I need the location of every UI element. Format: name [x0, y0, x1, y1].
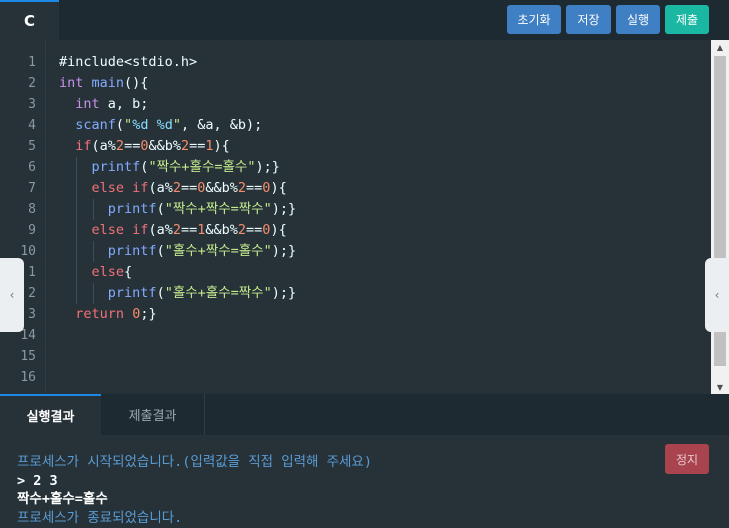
code-editor[interactable]: 1 2 3 4 5 6 7 8 9 10 1 2 3 14 15 16 #inc…: [0, 40, 729, 394]
collapse-right-button[interactable]: ‹: [705, 258, 729, 332]
code-line: printf("홀수+짝수=홀수");}: [59, 241, 709, 262]
console-output: 프로세스가 시작되었습니다.(입력값을 직접 입력해 주세요) > 2 3 짝수…: [0, 435, 729, 528]
code-line: printf("짝수+홀수=홀수");}: [59, 157, 709, 178]
save-button[interactable]: 저장: [566, 5, 611, 34]
code-line: else if(a%2==1&&b%2==0){: [59, 220, 709, 241]
code-line: return 0;}: [75, 306, 157, 322]
submit-button[interactable]: 제출: [665, 5, 709, 34]
scroll-down-icon[interactable]: ▼: [711, 380, 729, 394]
editor-scrollbar[interactable]: ▲ ▼: [711, 40, 729, 394]
line-number: 15: [20, 349, 36, 364]
code-line: else{: [59, 262, 709, 283]
tab-output[interactable]: 실행결과: [0, 394, 101, 435]
collapse-left-button[interactable]: ‹: [0, 258, 24, 332]
scroll-up-icon[interactable]: ▲: [711, 40, 729, 54]
code-line: printf("홀수+홀수=짝수");}: [59, 283, 709, 304]
tab-submission[interactable]: 제출결과: [101, 394, 205, 435]
line-number: 4: [28, 118, 36, 133]
chevron-left-icon: ‹: [714, 288, 720, 302]
reset-button[interactable]: 초기화: [507, 5, 561, 34]
line-number: 1: [28, 55, 36, 70]
chevron-left-icon: ‹: [9, 288, 15, 302]
console-line: 짝수+홀수=홀수: [17, 491, 108, 507]
line-number: 6: [28, 160, 36, 175]
line-number-gutter: 1 2 3 4 5 6 7 8 9 10 1 2 3 14 15 16: [0, 40, 46, 394]
run-button[interactable]: 실행: [616, 5, 660, 34]
code-line: scanf("%d %d", &a, &b);: [75, 117, 263, 133]
top-toolbar: C 초기화 저장 실행 제출: [0, 0, 729, 40]
line-number: 8: [28, 202, 36, 217]
code-line: int a, b;: [75, 96, 149, 112]
line-number: 5: [28, 139, 36, 154]
console-line: > 2 3: [17, 473, 58, 489]
line-number: 9: [28, 223, 36, 238]
line-number: 2: [28, 76, 36, 91]
code-line: if(a%2==0&&b%2==1){: [75, 138, 230, 154]
console-line: 프로세스가 종료되었습니다.: [17, 510, 183, 526]
stop-button[interactable]: 정지: [665, 444, 709, 474]
console-line: 프로세스가 시작되었습니다.(입력값을 직접 입력해 주세요): [17, 454, 372, 470]
language-tab[interactable]: C: [0, 0, 59, 40]
code-line: int main(){: [59, 75, 149, 91]
code-line: #include<stdio.h>: [59, 54, 198, 70]
line-number: 7: [28, 181, 36, 196]
code-line: printf("짝수+짝수=짝수");}: [59, 199, 709, 220]
code-area[interactable]: #include<stdio.h> int main(){ int a, b; …: [59, 52, 709, 388]
result-tabs: 실행결과 제출결과: [0, 394, 729, 435]
line-number: 3: [28, 97, 36, 112]
code-line: else if(a%2==0&&b%2==0){: [59, 178, 709, 199]
line-number: 16: [20, 370, 36, 385]
